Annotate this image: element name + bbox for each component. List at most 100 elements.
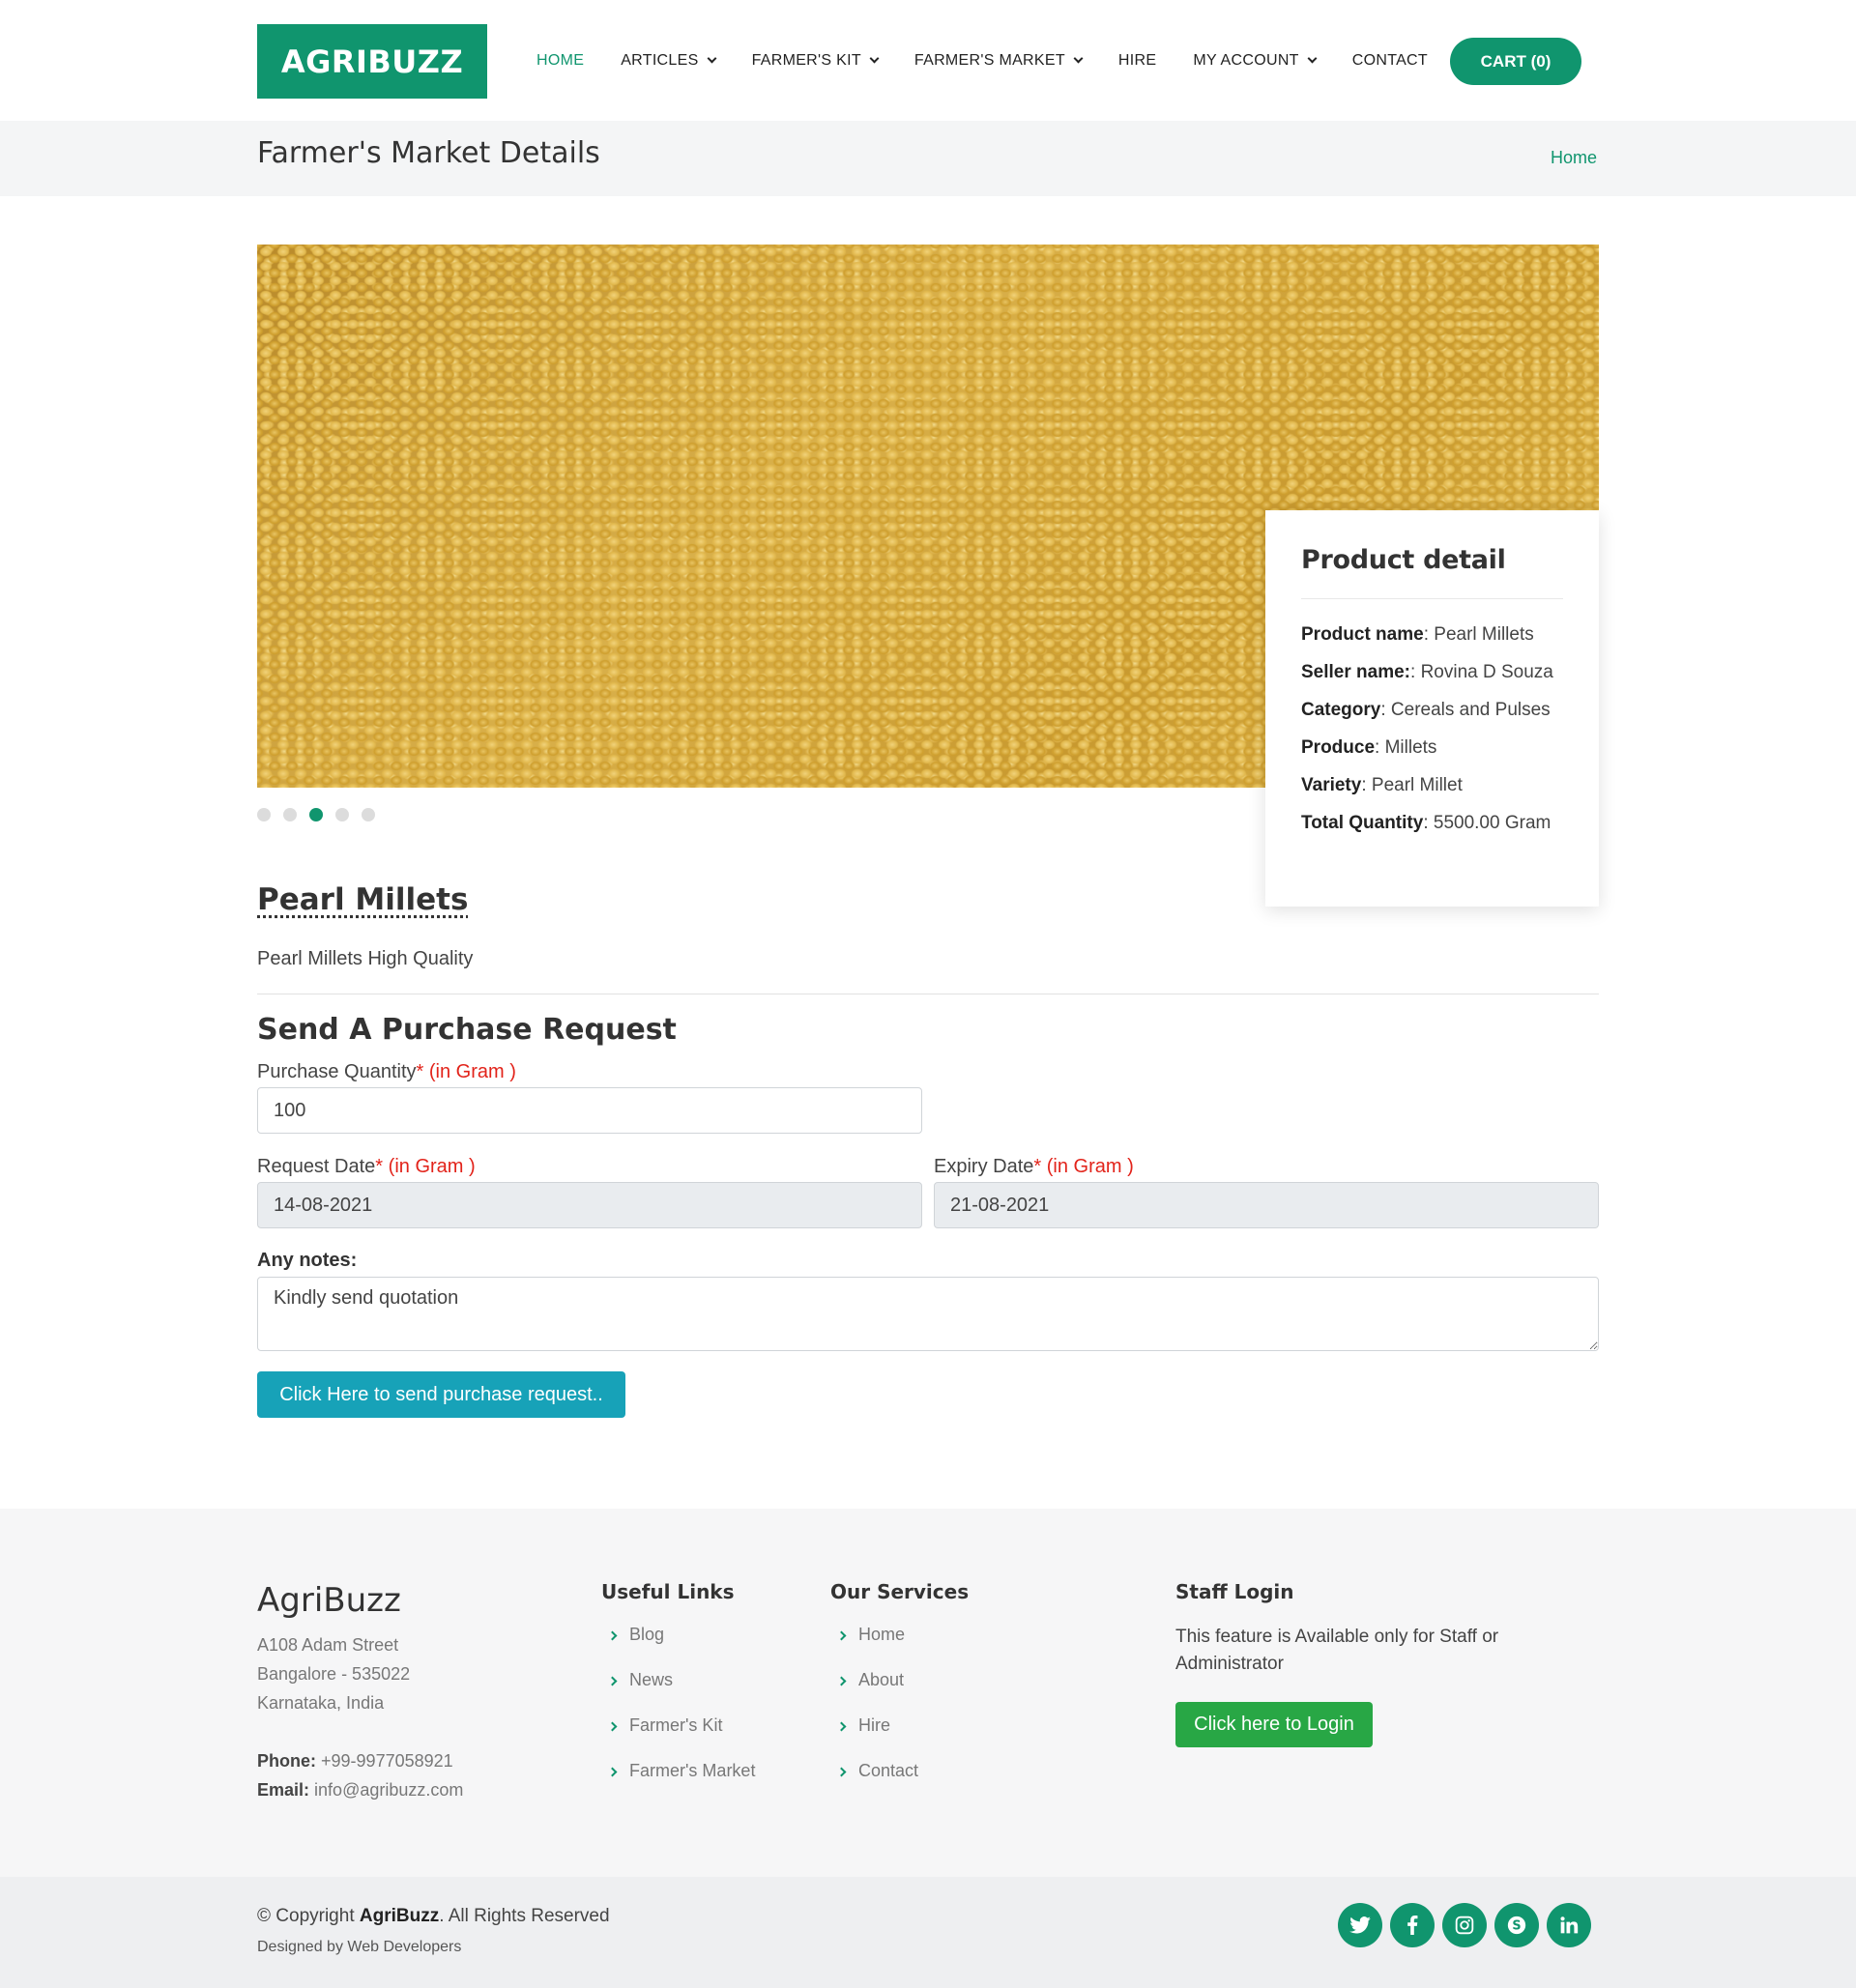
chevron-right-icon bbox=[836, 1676, 847, 1686]
detail-value: Pearl Millets bbox=[1434, 624, 1534, 645]
carousel-dots bbox=[257, 808, 388, 821]
detail-produce: Produce: Millets bbox=[1301, 737, 1563, 759]
nav-label: HIRE bbox=[1117, 52, 1157, 69]
phone-label: Phone: bbox=[257, 1751, 316, 1771]
nav-contact[interactable]: CONTACT bbox=[1352, 52, 1428, 70]
service-link-about[interactable]: About bbox=[830, 1670, 918, 1715]
nav-articles[interactable]: ARTICLES bbox=[621, 52, 717, 70]
link-label: News bbox=[629, 1670, 674, 1689]
nav-farmers-market[interactable]: FARMER'S MARKET bbox=[914, 52, 1084, 70]
chevron-right-icon bbox=[836, 1630, 847, 1641]
link-label: Hire bbox=[858, 1715, 891, 1735]
useful-links-list: Blog News Farmer's Kit Farmer's Market bbox=[601, 1625, 755, 1806]
label-text: Request Date bbox=[257, 1156, 376, 1177]
chevron-down-icon bbox=[707, 53, 717, 64]
nav-label: FARMER'S MARKET bbox=[914, 52, 1065, 69]
unit-text: (in Gram ) bbox=[428, 1061, 516, 1082]
carousel-dot[interactable] bbox=[283, 808, 297, 821]
detail-sep: : bbox=[1361, 775, 1372, 795]
product-description: Pearl Millets High Quality bbox=[257, 948, 474, 969]
product-name: Pearl Millets bbox=[257, 882, 469, 917]
copyright-prefix: © Copyright bbox=[257, 1906, 360, 1926]
carousel-dot[interactable] bbox=[335, 808, 349, 821]
send-purchase-request-button[interactable]: Click Here to send purchase request.. bbox=[257, 1371, 625, 1418]
site-header: AGRIBUZZ HOME ARTICLES FARMER'S KIT FARM… bbox=[0, 0, 1856, 121]
request-date-input[interactable] bbox=[257, 1182, 922, 1228]
staff-login-title: Staff Login bbox=[1175, 1580, 1294, 1603]
cart-button[interactable]: CART (0) bbox=[1450, 38, 1581, 85]
required-mark: * bbox=[375, 1156, 384, 1177]
skype-icon[interactable]: S bbox=[1494, 1903, 1539, 1947]
instagram-icon[interactable] bbox=[1442, 1903, 1487, 1947]
useful-links-title: Useful Links bbox=[601, 1580, 735, 1603]
label-text: Purchase Quantity bbox=[257, 1061, 417, 1082]
link-label: Farmer's Market bbox=[629, 1761, 756, 1780]
purchase-request-title: Send A Purchase Request bbox=[257, 1013, 677, 1047]
carousel-dot[interactable] bbox=[257, 808, 271, 821]
detail-label: Total Quantity bbox=[1301, 813, 1424, 833]
footer-link-farmers-market[interactable]: Farmer's Market bbox=[601, 1761, 755, 1806]
detail-sep: : bbox=[1375, 737, 1385, 758]
detail-variety: Variety: Pearl Millet bbox=[1301, 775, 1563, 796]
linkedin-icon[interactable] bbox=[1547, 1903, 1591, 1947]
product-detail-card: Product detail Product name: Pearl Mille… bbox=[1265, 510, 1599, 907]
detail-value: 5500.00 Gram bbox=[1433, 813, 1552, 833]
address-line: Bangalore - 535022 bbox=[257, 1664, 411, 1684]
chevron-right-icon bbox=[836, 1721, 847, 1732]
social-links: S bbox=[1338, 1903, 1599, 1947]
footer-brand: AgriBuzz bbox=[257, 1581, 401, 1620]
breadcrumb-home[interactable]: Home bbox=[1551, 148, 1597, 168]
twitter-icon[interactable] bbox=[1338, 1903, 1382, 1947]
carousel-dot-active[interactable] bbox=[309, 808, 323, 821]
detail-label: Seller name: bbox=[1301, 662, 1410, 682]
chevron-right-icon bbox=[607, 1676, 618, 1686]
detail-sep: : bbox=[1410, 662, 1421, 682]
detail-label: Produce bbox=[1301, 737, 1376, 758]
detail-label: Category bbox=[1301, 700, 1381, 720]
chevron-right-icon bbox=[607, 1630, 618, 1641]
link-label: Farmer's Kit bbox=[629, 1715, 723, 1735]
staff-login-button[interactable]: Click here to Login bbox=[1175, 1702, 1373, 1747]
page-title: Farmer's Market Details bbox=[257, 136, 600, 170]
nav-home[interactable]: HOME bbox=[536, 52, 584, 70]
unit-text: (in Gram ) bbox=[1046, 1156, 1134, 1177]
footer-link-farmers-kit[interactable]: Farmer's Kit bbox=[601, 1715, 755, 1761]
link-label: Contact bbox=[858, 1761, 919, 1780]
email-value[interactable]: info@agribuzz.com bbox=[314, 1780, 463, 1800]
purchase-quantity-input[interactable] bbox=[257, 1087, 922, 1134]
nav-my-account[interactable]: MY ACCOUNT bbox=[1193, 52, 1318, 70]
notes-textarea[interactable]: Kindly send quotation bbox=[257, 1277, 1599, 1351]
carousel-dot[interactable] bbox=[362, 808, 375, 821]
detail-value: Rovina D Souza bbox=[1420, 662, 1553, 682]
nav-hire[interactable]: HIRE bbox=[1118, 52, 1156, 70]
footer-link-news[interactable]: News bbox=[601, 1670, 755, 1715]
nav-label: MY ACCOUNT bbox=[1193, 52, 1299, 69]
link-label: About bbox=[858, 1670, 905, 1689]
copyright-suffix: . All Rights Reserved bbox=[439, 1906, 610, 1926]
footer-address: A108 Adam Street Bangalore - 535022 Karn… bbox=[257, 1630, 410, 1717]
services-list: Home About Hire Contact bbox=[830, 1625, 918, 1806]
designed-by: Designed by Web Developers bbox=[257, 1939, 462, 1955]
request-date-label: Request Date* (in Gram ) bbox=[257, 1156, 476, 1178]
site-logo[interactable]: AGRIBUZZ bbox=[257, 24, 487, 99]
nav-label: FARMER'S KIT bbox=[751, 52, 861, 69]
nav-farmers-kit[interactable]: FARMER'S KIT bbox=[751, 52, 880, 70]
staff-login-text: This feature is Available only for Staff… bbox=[1175, 1627, 1499, 1674]
service-link-contact[interactable]: Contact bbox=[830, 1761, 918, 1806]
required-mark: * bbox=[1033, 1156, 1042, 1177]
expiry-date-input[interactable] bbox=[934, 1182, 1599, 1228]
detail-value: Millets bbox=[1384, 737, 1437, 758]
link-label: Blog bbox=[629, 1625, 665, 1644]
chevron-right-icon bbox=[607, 1767, 618, 1777]
page-title-bar: Farmer's Market Details Home bbox=[0, 121, 1856, 196]
chevron-down-icon bbox=[869, 53, 880, 64]
facebook-icon[interactable] bbox=[1390, 1903, 1435, 1947]
service-link-hire[interactable]: Hire bbox=[830, 1715, 918, 1761]
chevron-right-icon bbox=[607, 1721, 618, 1732]
phone-value: +99-9977058921 bbox=[321, 1751, 453, 1771]
product-detail-heading: Product detail bbox=[1301, 545, 1563, 599]
detail-value: Cereals and Pulses bbox=[1390, 700, 1551, 720]
footer-contact: Phone: +99-9977058921 Email: info@agribu… bbox=[257, 1746, 463, 1804]
service-link-home[interactable]: Home bbox=[830, 1625, 918, 1670]
footer-link-blog[interactable]: Blog bbox=[601, 1625, 755, 1670]
